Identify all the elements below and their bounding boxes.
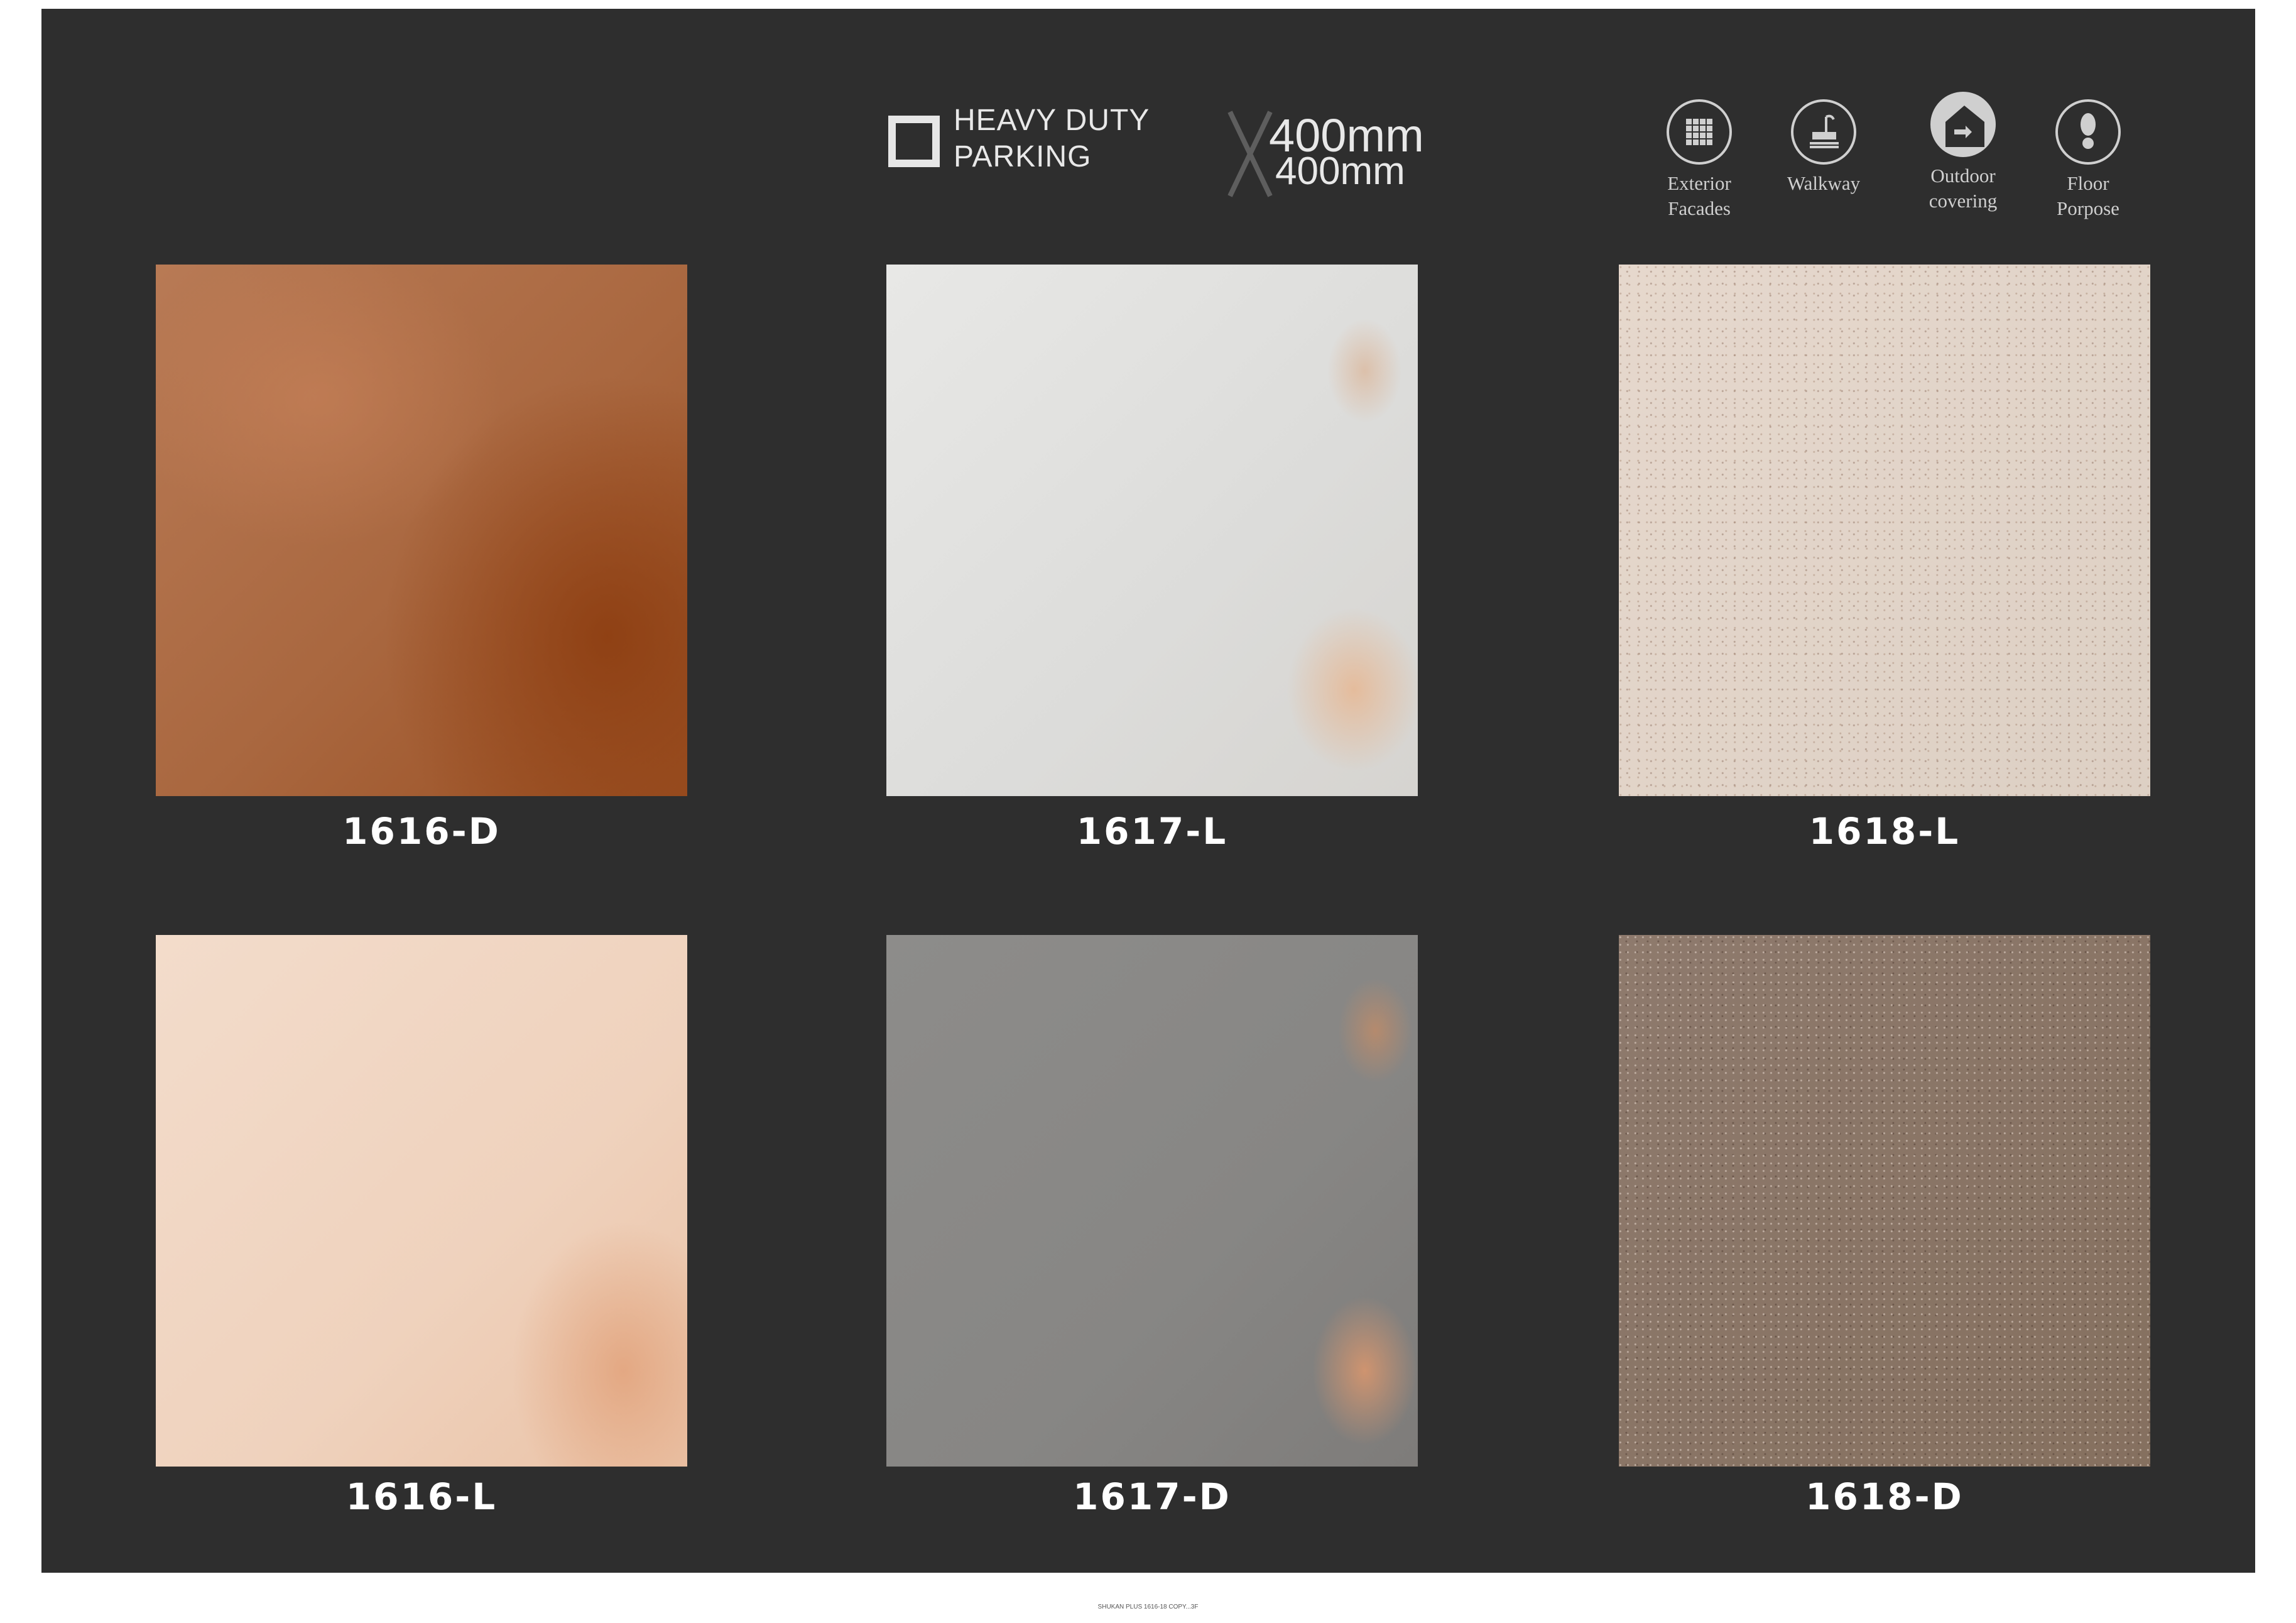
tile-code: 1616-L [345,1475,498,1518]
tile-code: 1617-L [1076,810,1228,853]
usage-label-line2: Facades [1668,197,1731,219]
parking-label-line2: PARKING [954,140,1092,173]
tile-1617-d [886,935,1418,1467]
footprint-icon [2055,99,2121,165]
usage-label-line1: Floor [2067,172,2109,194]
grid-icon [1667,99,1732,165]
tile-code: 1616-D [342,810,501,853]
tile-1618-d [1619,935,2150,1467]
usage-label-line2: covering [1929,190,1998,212]
usage-walkway: Walkway [1755,99,1893,196]
size-height: 400mm [1275,150,1405,193]
tile-1618-l [1619,265,2150,796]
usage-label-line1: Exterior [1667,172,1731,194]
tile-code: 1618-L [1809,810,1961,853]
usage-floor-purpose: Floor Porpose [2019,99,2157,221]
usage-exterior-facades: Exterior Facades [1630,99,1768,221]
tile-1616-d [156,265,687,796]
usage-label-line2: Porpose [2057,197,2119,219]
parking-label: HEAVY DUTY PARKING [954,102,1150,175]
parking-label-line1: HEAVY DUTY [954,104,1150,137]
usage-outdoor-covering: Outdoor covering [1894,92,2032,214]
tile-code: 1618-D [1805,1475,1964,1518]
house-icon [1930,92,1996,157]
tile-1617-l [886,265,1418,796]
tile-1616-l [156,935,687,1467]
usage-label-line1: Walkway [1787,172,1861,194]
walkway-icon [1791,99,1856,165]
tile-code: 1617-D [1073,1475,1231,1518]
usage-label-line1: Outdoor [1930,165,1996,187]
parking-square-icon [888,116,940,167]
footer-note: SHUKAN PLUS 1616-18 COPY...3F [1097,1604,1199,1610]
